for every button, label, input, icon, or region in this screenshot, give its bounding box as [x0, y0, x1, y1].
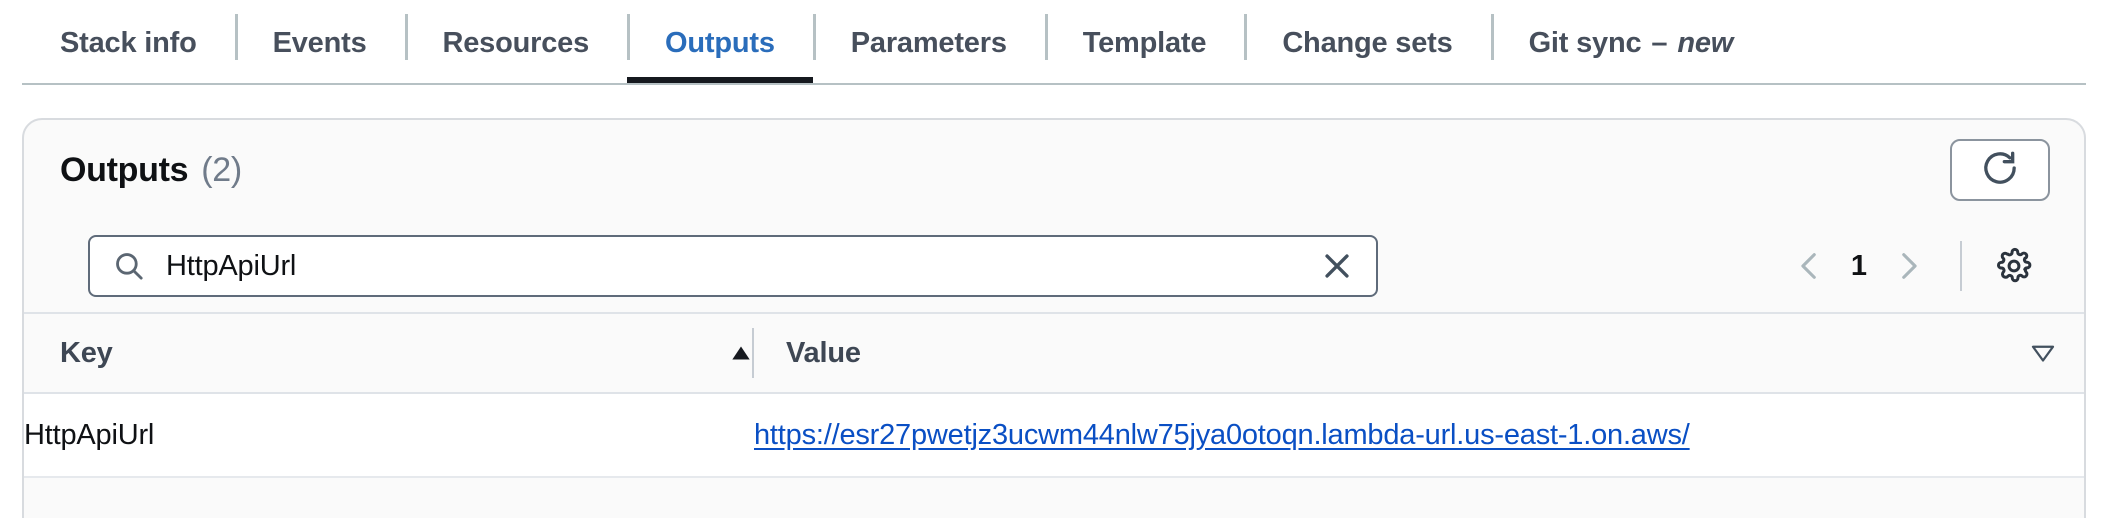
- cell-value: https://esr27pwetjz3ucwm44nlw75jya0otoqn…: [754, 393, 2084, 477]
- column-header-value[interactable]: Value: [754, 313, 2084, 393]
- outputs-table: Key Value HttpApiUrl https://esr27pwetjz…: [24, 312, 2084, 478]
- search-input-wrapper[interactable]: HttpApiUrl: [88, 235, 1378, 297]
- cloudformation-stack-detail-page: Stack info Events Resources Outputs Para…: [0, 0, 2108, 518]
- tab-stack-info[interactable]: Stack info: [22, 0, 235, 86]
- tab-resources[interactable]: Resources: [404, 0, 628, 86]
- pagination-divider: [1960, 241, 1962, 291]
- tab-label: Stack info: [60, 26, 197, 59]
- tab-git-sync[interactable]: Git sync – new: [1490, 0, 1772, 86]
- tab-label: Resources: [442, 26, 590, 59]
- pagination: 1: [1782, 238, 2050, 294]
- search-icon: [112, 249, 146, 283]
- column-header-key[interactable]: Key: [24, 313, 754, 393]
- tab-label: Events: [272, 26, 367, 59]
- caret-up-icon: [728, 340, 754, 366]
- tab-label: Git sync: [1528, 26, 1642, 59]
- refresh-button[interactable]: [1950, 139, 2050, 201]
- pagination-page-1[interactable]: 1: [1838, 250, 1880, 283]
- clear-search-button[interactable]: [1312, 241, 1362, 291]
- tab-events[interactable]: Events: [234, 0, 405, 86]
- outputs-filter-row: HttpApiUrl 1: [24, 220, 2084, 312]
- table-header: Key Value: [24, 313, 2084, 393]
- tab-label: Parameters: [850, 26, 1007, 59]
- tab-parameters[interactable]: Parameters: [812, 0, 1045, 86]
- cell-key: HttpApiUrl: [24, 418, 155, 451]
- tab-template[interactable]: Template: [1044, 0, 1245, 86]
- outputs-panel-header: Outputs (2): [24, 120, 2084, 220]
- outputs-panel: Outputs (2) HttpApiUrl 1 Key Value HttpA…: [22, 118, 2086, 518]
- pagination-prev-button[interactable]: [1782, 238, 1838, 294]
- outputs-count: (2): [201, 150, 242, 189]
- tab-label: Template: [1082, 26, 1207, 59]
- refresh-icon: [1980, 148, 2020, 193]
- filter-icon[interactable]: [2028, 338, 2058, 368]
- page-title: Outputs: [60, 150, 189, 189]
- column-header-label: Value: [786, 336, 861, 369]
- table-body: HttpApiUrl https://esr27pwetjz3ucwm44nlw…: [24, 393, 2084, 477]
- tab-change-sets[interactable]: Change sets: [1244, 0, 1490, 86]
- column-header-label: Key: [60, 336, 113, 369]
- tab-label: Change sets: [1282, 26, 1453, 59]
- output-value-link[interactable]: https://esr27pwetjz3ucwm44nlw75jya0otoqn…: [754, 419, 1690, 451]
- tab-outputs[interactable]: Outputs: [627, 0, 813, 86]
- table-row[interactable]: HttpApiUrl https://esr27pwetjz3ucwm44nlw…: [24, 393, 2084, 477]
- search-input[interactable]: HttpApiUrl: [166, 250, 1312, 283]
- table-header-row: Key Value: [24, 313, 2084, 393]
- pagination-next-button[interactable]: [1880, 238, 1936, 294]
- tab-label: Outputs: [665, 26, 775, 59]
- stack-detail-tabs: Stack info Events Resources Outputs Para…: [0, 0, 2108, 90]
- tab-new-badge: new: [1677, 26, 1734, 59]
- tab-dash: –: [1651, 26, 1668, 59]
- table-preferences-button[interactable]: [1986, 238, 2042, 294]
